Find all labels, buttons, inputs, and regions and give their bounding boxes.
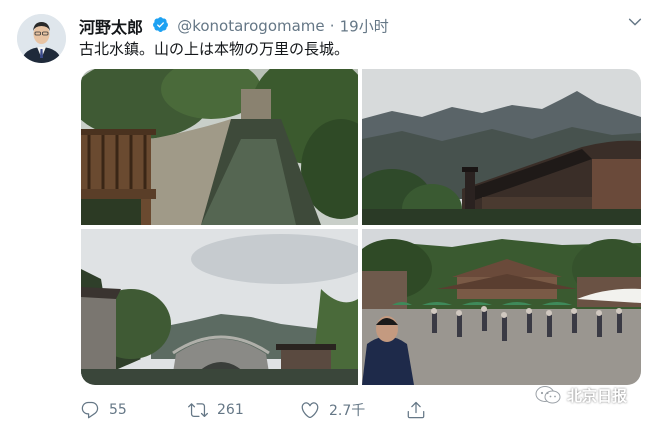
retweet-count: 261 xyxy=(217,402,244,418)
retweet-button[interactable]: 261 xyxy=(188,398,244,422)
photo-canal[interactable] xyxy=(81,69,358,225)
like-icon xyxy=(301,402,319,419)
reply-icon xyxy=(81,401,99,419)
photo-town-square[interactable] xyxy=(362,229,641,385)
tweet-actions: 55 261 2.7千 xyxy=(80,398,440,422)
tweet-header: 河野太郎 @konotarogomame · 19小时 xyxy=(79,14,641,37)
avatar-image xyxy=(17,14,66,63)
wechat-icon xyxy=(535,386,561,404)
avatar[interactable] xyxy=(17,14,66,63)
share-button[interactable] xyxy=(406,398,426,422)
reply-count: 55 xyxy=(109,402,127,418)
like-button[interactable]: 2.7千 xyxy=(300,398,365,422)
more-options-button[interactable] xyxy=(627,14,643,34)
watermark-text: 北京日报 xyxy=(567,386,628,405)
chevron-down-icon xyxy=(628,18,642,26)
like-count: 2.7千 xyxy=(329,403,366,419)
share-icon xyxy=(407,401,425,419)
display-name[interactable]: 河野太郎 xyxy=(79,18,143,37)
reply-button[interactable]: 55 xyxy=(80,398,127,422)
user-handle[interactable]: @konotarogomame xyxy=(177,17,324,35)
photo-mountains[interactable] xyxy=(362,69,641,225)
retweet-icon xyxy=(188,403,208,418)
tweet-timestamp[interactable]: 19小时 xyxy=(340,18,389,36)
photo-bridge[interactable] xyxy=(81,229,358,385)
verified-badge-icon xyxy=(152,16,169,37)
meta-separator: · xyxy=(329,17,335,35)
watermark: 北京日报 xyxy=(535,383,627,407)
tweet-text: 古北水鎮。山の上は本物の万里の長城。 xyxy=(79,40,350,58)
media-grid xyxy=(81,69,641,385)
